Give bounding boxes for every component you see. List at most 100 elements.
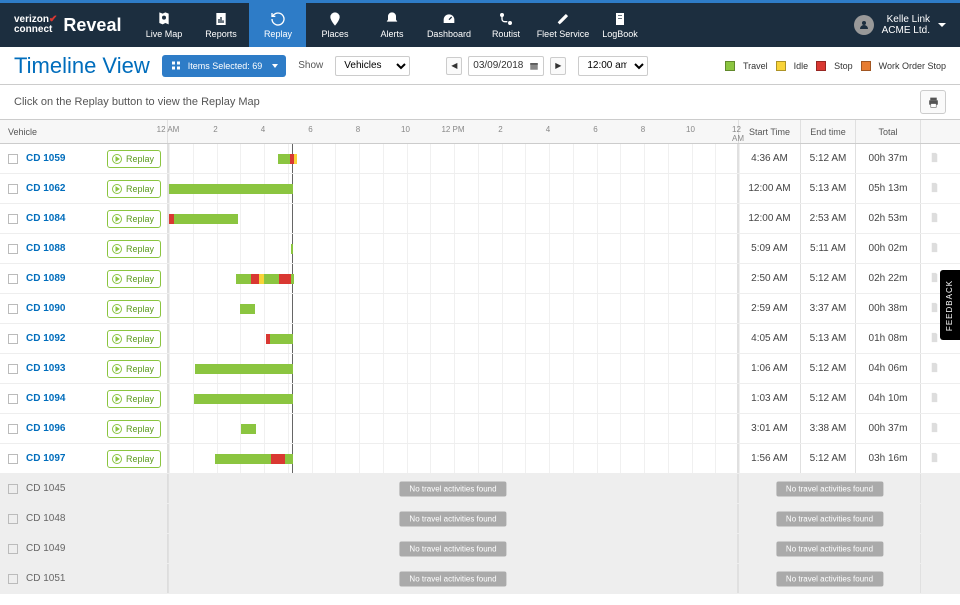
vehicle-link[interactable]: CD 1059 <box>26 153 65 164</box>
nav-live-map[interactable]: Live Map <box>135 3 192 47</box>
total-time: 01h 08m <box>855 324 920 353</box>
timeline-segment[interactable] <box>285 454 293 464</box>
replay-button[interactable]: Replay <box>107 360 161 378</box>
nav-reports[interactable]: Reports <box>192 3 249 47</box>
replay-button[interactable]: Replay <box>107 270 161 288</box>
timeline-segment[interactable] <box>291 244 293 254</box>
replay-button[interactable]: Replay <box>107 300 161 318</box>
nav-dashboard[interactable]: Dashboard <box>420 3 477 47</box>
replay-button[interactable]: Replay <box>107 210 161 228</box>
vehicle-link[interactable]: CD 1048 <box>26 513 65 524</box>
row-checkbox[interactable] <box>8 454 18 464</box>
vehicle-link[interactable]: CD 1090 <box>26 303 65 314</box>
document-icon[interactable] <box>929 211 940 227</box>
vehicle-link[interactable]: CD 1062 <box>26 183 65 194</box>
replay-button[interactable]: Replay <box>107 390 161 408</box>
timeline-segment[interactable] <box>169 184 293 194</box>
nav-routist[interactable]: Routist <box>477 3 534 47</box>
timeline-segment[interactable] <box>241 424 256 434</box>
document-icon[interactable] <box>929 181 940 197</box>
timeline-segment[interactable] <box>194 394 293 404</box>
replay-button[interactable]: Replay <box>107 150 161 168</box>
vehicle-link[interactable]: CD 1093 <box>26 363 65 374</box>
timeline-segment[interactable] <box>279 274 291 284</box>
document-icon[interactable] <box>929 421 940 437</box>
time-select[interactable]: 12:00 am <box>578 56 648 76</box>
timeline-segment[interactable] <box>195 364 293 374</box>
timeline-segment[interactable] <box>236 274 251 284</box>
row-checkbox[interactable] <box>8 394 18 404</box>
timeline-segment[interactable] <box>215 454 271 464</box>
document-icon[interactable] <box>929 361 940 377</box>
row-checkbox[interactable] <box>8 154 18 164</box>
vehicle-link[interactable]: CD 1051 <box>26 573 65 584</box>
timeline-segment[interactable] <box>291 274 294 284</box>
row-checkbox[interactable] <box>8 364 18 374</box>
timeline-segment[interactable] <box>174 214 238 224</box>
timeline-segment[interactable] <box>271 454 285 464</box>
start-time: 12:00 AM <box>738 204 800 233</box>
document-icon[interactable] <box>929 271 940 287</box>
row-checkbox[interactable] <box>8 514 18 524</box>
timeline-segment[interactable] <box>240 304 255 314</box>
timeline-segment[interactable] <box>294 154 297 164</box>
show-select[interactable]: Vehicles <box>335 56 410 76</box>
nav-places[interactable]: Places <box>306 3 363 47</box>
timeline-segment[interactable] <box>278 154 290 164</box>
items-selected-button[interactable]: Items Selected: 69 <box>162 55 287 77</box>
no-activity-badge: No travel activities found <box>776 481 883 496</box>
timeline-segment[interactable] <box>264 274 279 284</box>
row-checkbox[interactable] <box>8 424 18 434</box>
timeline-segment[interactable] <box>251 274 259 284</box>
document-icon[interactable] <box>929 391 940 407</box>
row-checkbox[interactable] <box>8 304 18 314</box>
vehicle-link[interactable]: CD 1049 <box>26 543 65 554</box>
document-icon[interactable] <box>929 301 940 317</box>
document-icon[interactable] <box>929 451 940 467</box>
row-checkbox[interactable] <box>8 274 18 284</box>
vehicle-link[interactable]: CD 1096 <box>26 423 65 434</box>
nav-alerts[interactable]: Alerts <box>363 3 420 47</box>
document-icon[interactable] <box>929 151 940 167</box>
vehicle-link[interactable]: CD 1088 <box>26 243 65 254</box>
replay-button[interactable]: Replay <box>107 240 161 258</box>
row-checkbox[interactable] <box>8 184 18 194</box>
end-time: 5:12 AM <box>800 264 855 293</box>
print-button[interactable] <box>920 90 946 114</box>
replay-button[interactable]: Replay <box>107 330 161 348</box>
vehicle-link[interactable]: CD 1094 <box>26 393 65 404</box>
row-checkbox[interactable] <box>8 214 18 224</box>
user-menu[interactable]: Kelle LinkACME Ltd. <box>854 14 960 36</box>
no-activity-badge: No travel activities found <box>399 511 506 526</box>
replay-button[interactable]: Replay <box>107 450 161 468</box>
vehicle-link[interactable]: CD 1084 <box>26 213 65 224</box>
total-time: 05h 13m <box>855 174 920 203</box>
nav-logbook[interactable]: LogBook <box>591 3 648 47</box>
row-checkbox[interactable] <box>8 484 18 494</box>
row-checkbox[interactable] <box>8 544 18 554</box>
date-prev-button[interactable]: ◀ <box>446 57 462 75</box>
feedback-tab[interactable]: FEEDBACK <box>940 270 960 340</box>
vehicle-link[interactable]: CD 1089 <box>26 273 65 284</box>
nav-replay[interactable]: Replay <box>249 3 306 47</box>
vehicle-link[interactable]: CD 1045 <box>26 483 65 494</box>
table-row: CD 1092Replay4:05 AM5:13 AM01h 08m <box>0 324 960 354</box>
date-input[interactable]: 03/09/2018 <box>468 56 544 76</box>
row-checkbox[interactable] <box>8 574 18 584</box>
vehicle-link[interactable]: CD 1097 <box>26 453 65 464</box>
no-activity-badge: No travel activities found <box>776 511 883 526</box>
replay-button[interactable]: Replay <box>107 180 161 198</box>
row-checkbox[interactable] <box>8 334 18 344</box>
row-checkbox[interactable] <box>8 244 18 254</box>
top-nav: verizon✔ connect Reveal Live Map Reports… <box>0 3 960 47</box>
document-icon[interactable] <box>929 241 940 257</box>
table-row: CD 1097Replay1:56 AM5:12 AM03h 16m <box>0 444 960 474</box>
replay-button[interactable]: Replay <box>107 420 161 438</box>
nav-fleet-service[interactable]: Fleet Service <box>534 3 591 47</box>
start-time: 2:59 AM <box>738 294 800 323</box>
date-next-button[interactable]: ▶ <box>550 57 566 75</box>
timeline-segment[interactable] <box>270 334 293 344</box>
total-time: 04h 06m <box>855 354 920 383</box>
vehicle-link[interactable]: CD 1092 <box>26 333 65 344</box>
document-icon[interactable] <box>929 331 940 347</box>
